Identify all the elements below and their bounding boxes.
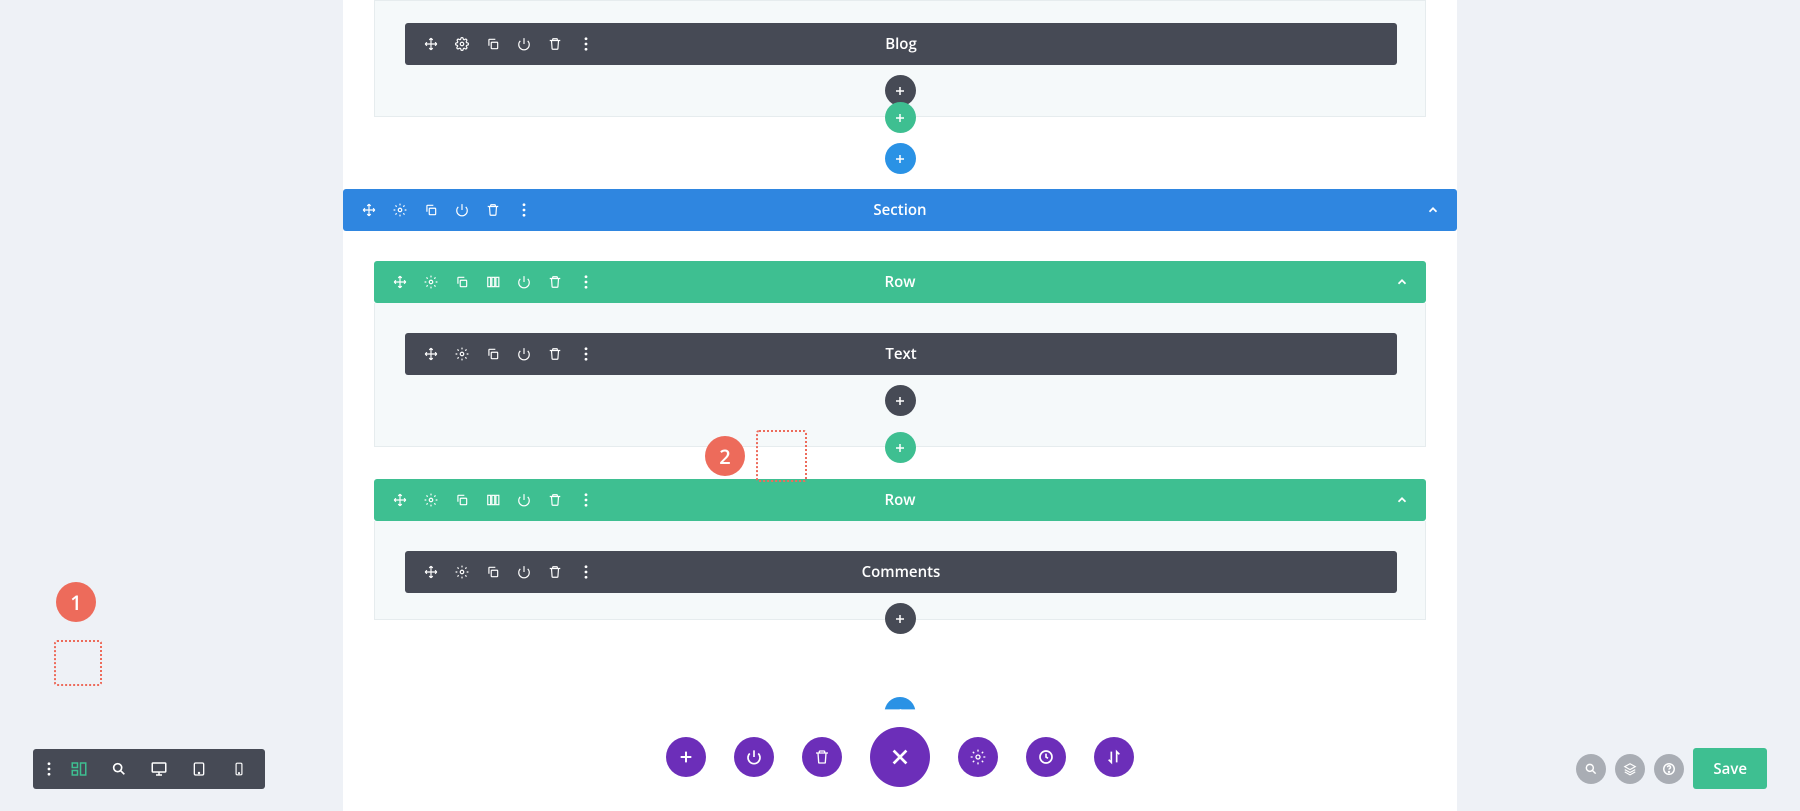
duplicate-icon[interactable]	[485, 564, 501, 580]
save-label: Save	[1713, 759, 1747, 779]
module-bar-text[interactable]: Text	[405, 333, 1397, 375]
add-row-button-highlighted[interactable]	[885, 432, 916, 463]
zoom-icon[interactable]	[99, 749, 139, 789]
trash-icon[interactable]	[485, 202, 501, 218]
row-bar-2[interactable]: Row	[374, 479, 1426, 521]
row-bar-1[interactable]: Row	[374, 261, 1426, 303]
gear-icon[interactable]	[423, 492, 439, 508]
toolbar-more-icon[interactable]	[39, 749, 59, 789]
main-actions-toolbar	[666, 727, 1134, 787]
save-button[interactable]: Save	[1693, 748, 1767, 789]
annotation-2-highlight	[756, 430, 807, 482]
more-icon[interactable]	[578, 492, 594, 508]
view-toolbar	[33, 749, 265, 789]
more-icon[interactable]	[578, 274, 594, 290]
trash-icon[interactable]	[547, 492, 563, 508]
section-bar[interactable]: Section	[343, 189, 1457, 231]
move-icon[interactable]	[392, 492, 408, 508]
sort-button[interactable]	[1094, 737, 1134, 777]
close-button[interactable]	[870, 727, 930, 787]
duplicate-icon[interactable]	[423, 202, 439, 218]
builder-canvas: Blog Section	[343, 0, 1457, 811]
power-icon[interactable]	[454, 202, 470, 218]
desktop-icon[interactable]	[139, 749, 179, 789]
trash-icon[interactable]	[547, 346, 563, 362]
gear-icon[interactable]	[454, 564, 470, 580]
add-section-button-partial[interactable]	[885, 697, 916, 728]
move-icon[interactable]	[423, 346, 439, 362]
add-button[interactable]	[666, 737, 706, 777]
help-icon[interactable]	[1654, 754, 1684, 784]
trash-icon[interactable]	[547, 36, 563, 52]
right-actions: Save	[1576, 748, 1767, 789]
settings-button[interactable]	[958, 737, 998, 777]
add-module-button[interactable]	[885, 385, 916, 416]
module-bar-comments[interactable]: Comments	[405, 551, 1397, 593]
move-icon[interactable]	[423, 564, 439, 580]
wireframe-view-icon[interactable]	[59, 749, 99, 789]
duplicate-icon[interactable]	[485, 36, 501, 52]
chevron-up-icon[interactable]	[1394, 274, 1410, 290]
annotation-2-text: 2	[719, 443, 730, 470]
add-row-after-row1	[343, 432, 1457, 463]
chevron-up-icon[interactable]	[1394, 492, 1410, 508]
row-content-area-blog: Blog	[374, 0, 1426, 117]
row-tools	[374, 274, 594, 290]
move-icon[interactable]	[361, 202, 377, 218]
annotation-badge-1: 1	[56, 582, 96, 622]
annotation-1-highlight	[54, 640, 102, 686]
gear-icon[interactable]	[392, 202, 408, 218]
move-icon[interactable]	[423, 36, 439, 52]
row-tools	[374, 492, 594, 508]
row-content-area-text: Text	[374, 303, 1426, 447]
add-row-button-wrap	[343, 102, 1457, 133]
more-icon[interactable]	[516, 202, 532, 218]
power-icon[interactable]	[516, 346, 532, 362]
phone-icon[interactable]	[219, 749, 259, 789]
add-module-after-text	[405, 385, 1395, 416]
gear-icon[interactable]	[423, 274, 439, 290]
add-section-button-wrap	[343, 143, 1457, 174]
duplicate-icon[interactable]	[454, 492, 470, 508]
gear-icon[interactable]	[454, 36, 470, 52]
duplicate-icon[interactable]	[485, 346, 501, 362]
move-icon[interactable]	[392, 274, 408, 290]
trash-icon[interactable]	[547, 564, 563, 580]
chevron-up-icon[interactable]	[1425, 202, 1441, 218]
power-icon[interactable]	[516, 564, 532, 580]
trash-button[interactable]	[802, 737, 842, 777]
section-tools	[343, 202, 532, 218]
duplicate-icon[interactable]	[454, 274, 470, 290]
gear-icon[interactable]	[454, 346, 470, 362]
add-section-button[interactable]	[885, 143, 916, 174]
module-tools	[405, 346, 594, 362]
columns-icon[interactable]	[485, 274, 501, 290]
history-button[interactable]	[1026, 737, 1066, 777]
power-icon[interactable]	[516, 492, 532, 508]
columns-icon[interactable]	[485, 492, 501, 508]
trash-icon[interactable]	[547, 274, 563, 290]
module-tools	[405, 36, 594, 52]
module-tools	[405, 564, 594, 580]
more-icon[interactable]	[578, 36, 594, 52]
tablet-icon[interactable]	[179, 749, 219, 789]
add-row-button[interactable]	[885, 102, 916, 133]
power-button[interactable]	[734, 737, 774, 777]
search-icon[interactable]	[1576, 754, 1606, 784]
more-icon[interactable]	[578, 564, 594, 580]
power-icon[interactable]	[516, 274, 532, 290]
annotation-1-text: 1	[70, 589, 81, 616]
row-content-area-comments: Comments	[374, 521, 1426, 620]
power-icon[interactable]	[516, 36, 532, 52]
annotation-badge-2: 2	[705, 436, 745, 476]
module-bar-blog[interactable]: Blog	[405, 23, 1397, 65]
layers-icon[interactable]	[1615, 754, 1645, 784]
more-icon[interactable]	[578, 346, 594, 362]
add-module-after-comments	[405, 603, 1395, 619]
add-module-button[interactable]	[885, 603, 916, 634]
